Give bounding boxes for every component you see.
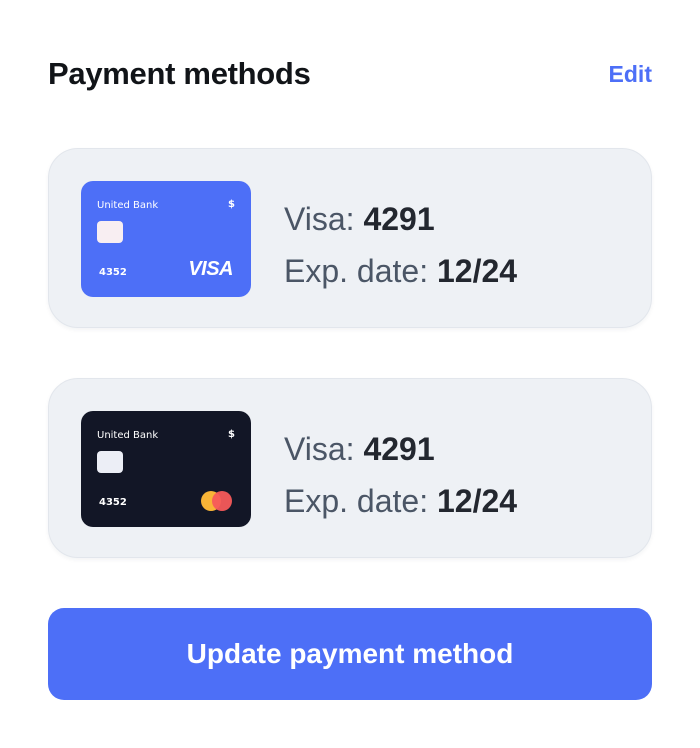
- visa-logo: VISA: [188, 258, 233, 280]
- payment-methods-page: Payment methods Edit United Bank $ 4352 …: [0, 0, 700, 748]
- currency-symbol: $: [228, 429, 235, 440]
- card-info: Visa: 4291 Exp. date: 12/24: [284, 193, 517, 297]
- currency-symbol: $: [228, 199, 235, 210]
- card-chip-icon: [97, 221, 123, 243]
- payment-method-item[interactable]: United Bank $ 4352 Visa: 4291 Exp. date:…: [48, 378, 652, 558]
- card-brand-label: Visa:: [284, 431, 355, 467]
- card-brand-line: Visa: 4291: [284, 193, 517, 245]
- expiry-label: Exp. date:: [284, 253, 429, 289]
- card-expiry-line: Exp. date: 12/24: [284, 475, 517, 527]
- update-payment-method-button[interactable]: Update payment method: [48, 608, 652, 700]
- expiry-value: 12/24: [436, 253, 518, 289]
- card-brand-label: Visa:: [284, 201, 355, 237]
- card-last-four: 4291: [363, 201, 435, 237]
- bank-name: United Bank: [97, 430, 159, 441]
- card-brand-line: Visa: 4291: [284, 423, 517, 475]
- credit-card-image: United Bank $ 4352: [81, 411, 251, 527]
- bank-name: United Bank: [97, 200, 159, 211]
- header: Payment methods Edit: [48, 52, 652, 96]
- card-number: 4352: [99, 267, 127, 278]
- card-chip-icon: [97, 451, 123, 473]
- page-title: Payment methods: [48, 56, 311, 91]
- card-info: Visa: 4291 Exp. date: 12/24: [284, 423, 517, 527]
- expiry-label: Exp. date:: [284, 483, 429, 519]
- expiry-value: 12/24: [436, 483, 518, 519]
- payment-method-item[interactable]: United Bank $ 4352 VISA Visa: 4291 Exp. …: [48, 148, 652, 328]
- card-expiry-line: Exp. date: 12/24: [284, 245, 517, 297]
- mastercard-circle-right: [212, 491, 232, 511]
- mastercard-logo-icon: [201, 491, 233, 511]
- edit-link[interactable]: Edit: [609, 61, 652, 88]
- credit-card-image: United Bank $ 4352 VISA: [81, 181, 251, 297]
- card-last-four: 4291: [363, 431, 435, 467]
- card-number: 4352: [99, 497, 127, 508]
